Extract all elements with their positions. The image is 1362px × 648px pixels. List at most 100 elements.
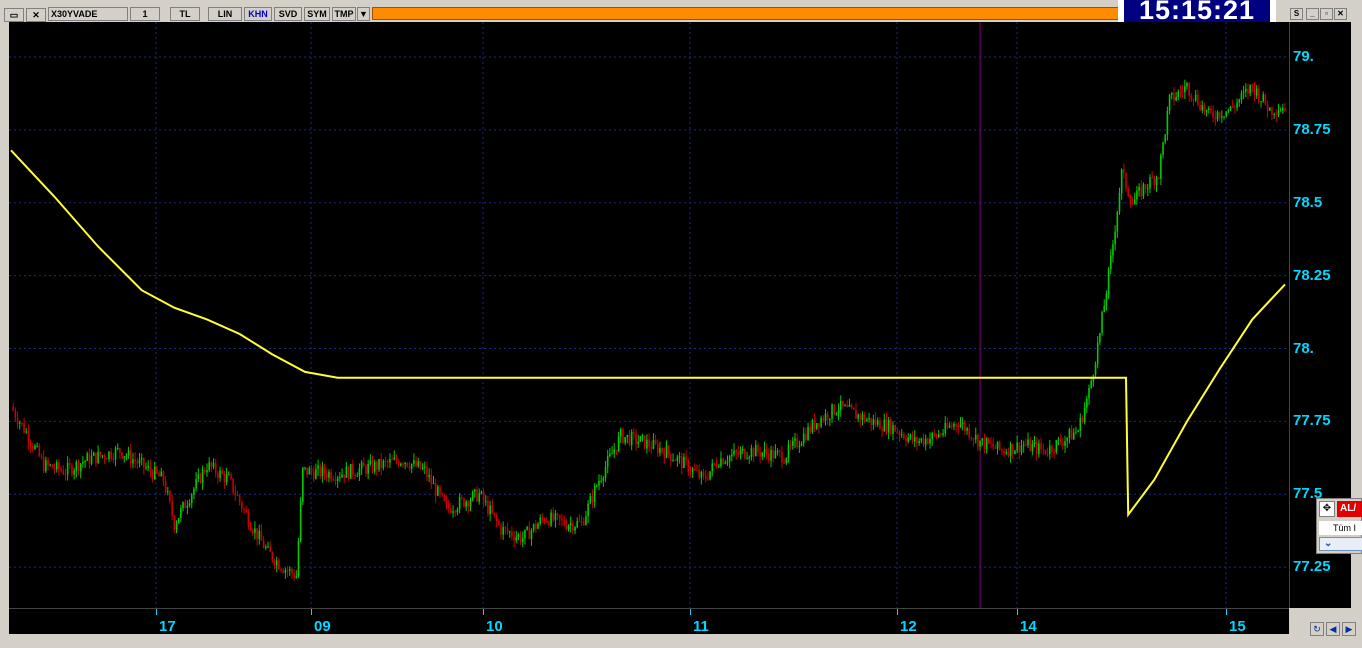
candle-body	[195, 478, 197, 489]
period-field[interactable]: 1	[130, 7, 160, 21]
candle-body	[907, 437, 910, 442]
scroll-right-icon[interactable]: ▶	[1342, 622, 1356, 636]
candle-body	[1190, 95, 1193, 99]
candle-body	[297, 540, 300, 577]
candle-body	[1203, 104, 1206, 112]
refresh-icon[interactable]: ↻	[1310, 622, 1324, 636]
candle-body	[221, 470, 224, 474]
candle-body	[428, 474, 430, 477]
candle-body	[1096, 342, 1099, 365]
candle-body	[262, 540, 265, 549]
candle-body	[707, 478, 709, 480]
candle-body	[1249, 84, 1251, 94]
candle-body	[818, 423, 820, 427]
tl-button[interactable]: TL	[170, 7, 200, 21]
candle-body	[787, 444, 790, 459]
candle-body	[839, 400, 842, 411]
svd-button[interactable]: SVD	[274, 7, 302, 21]
price-chart[interactable]	[9, 22, 1289, 608]
candle-body	[49, 464, 51, 466]
time-tick-label: 12	[900, 618, 917, 635]
candle-body	[539, 517, 541, 524]
sym-button[interactable]: SYM	[304, 7, 330, 21]
minimize-icon[interactable]: _	[1306, 8, 1319, 20]
s-button[interactable]: S	[1290, 8, 1303, 20]
candle-body	[1253, 85, 1256, 96]
candle-body	[1177, 91, 1180, 97]
candle-body	[219, 470, 221, 478]
candle-body	[1007, 452, 1010, 457]
candle-body	[234, 492, 237, 496]
candle-body	[778, 450, 781, 453]
candle-body	[918, 440, 920, 444]
candle-body	[1086, 398, 1088, 408]
candle-body	[445, 500, 448, 504]
lin-button[interactable]: LIN	[208, 7, 242, 21]
candle-body	[352, 463, 354, 475]
candle-body	[591, 496, 594, 502]
candle-body	[132, 459, 134, 464]
candle-body	[119, 447, 121, 453]
candle-body	[45, 460, 47, 472]
chart-window-icon[interactable]: ▭	[4, 8, 24, 22]
candle-body	[820, 418, 822, 427]
candle-body	[334, 479, 337, 481]
candle-body	[487, 500, 489, 515]
candle-body	[75, 461, 78, 471]
candle-body	[62, 470, 65, 475]
candle-body	[88, 453, 91, 464]
horizontal-scrollbar[interactable]	[9, 634, 1289, 644]
candle-body	[1229, 106, 1232, 111]
chevron-down-icon[interactable]: ▼	[357, 7, 370, 21]
candle-body	[519, 534, 522, 542]
candle-body	[238, 495, 241, 503]
candle-body	[1279, 110, 1282, 112]
time-tick-label: 09	[314, 618, 331, 635]
candle-body	[720, 458, 722, 467]
candle-body	[909, 434, 912, 438]
candle-body	[1188, 83, 1190, 96]
candle-body	[282, 570, 285, 573]
price-tick-label: 78.75	[1293, 120, 1331, 138]
candle-body	[717, 466, 720, 468]
restore-icon[interactable]: ▫	[1320, 8, 1333, 20]
candle-body	[310, 468, 313, 472]
candle-body	[454, 511, 457, 513]
candle-body	[900, 434, 903, 436]
candle-body	[82, 462, 84, 464]
candle-body	[373, 462, 376, 472]
candle-body	[848, 404, 851, 407]
candle-body	[927, 438, 929, 444]
price-tick-label: 78.25	[1293, 266, 1331, 284]
all-list-button[interactable]: Tüm I	[1319, 521, 1362, 535]
symbol-field[interactable]: X30YVADE	[48, 7, 128, 21]
candle-body	[177, 518, 180, 524]
khn-button[interactable]: KHN	[244, 7, 272, 21]
candle-body	[247, 512, 250, 527]
buy-button[interactable]: AL/	[1337, 501, 1362, 517]
candle-body	[432, 483, 435, 485]
candle-body	[955, 423, 957, 427]
close-icon[interactable]: ✕	[1334, 8, 1347, 20]
candle-body	[528, 527, 531, 539]
tmp-button[interactable]: TMP	[332, 7, 356, 21]
crossed-chart-icon[interactable]: ✕	[26, 8, 46, 22]
candle-body	[604, 466, 607, 478]
time-axis: 17 09 10 11 12 14 15	[9, 608, 1289, 635]
move-icon[interactable]: ✥	[1319, 501, 1335, 517]
candle-body	[484, 500, 487, 502]
candle-body	[175, 523, 178, 530]
expand-chevron-icon[interactable]: ⌄	[1319, 537, 1362, 551]
candle-body	[241, 502, 243, 509]
candle-body	[1029, 439, 1031, 451]
candle-body	[1003, 450, 1005, 454]
candle-body	[635, 433, 637, 444]
candle-body	[421, 467, 424, 469]
candle-body	[530, 530, 533, 539]
candle-body	[38, 445, 41, 457]
scroll-left-icon[interactable]: ◀	[1326, 622, 1340, 636]
candle-body	[617, 436, 620, 451]
candle-body	[302, 467, 304, 502]
chart-area[interactable]	[9, 22, 1289, 608]
candle-body	[554, 513, 557, 521]
